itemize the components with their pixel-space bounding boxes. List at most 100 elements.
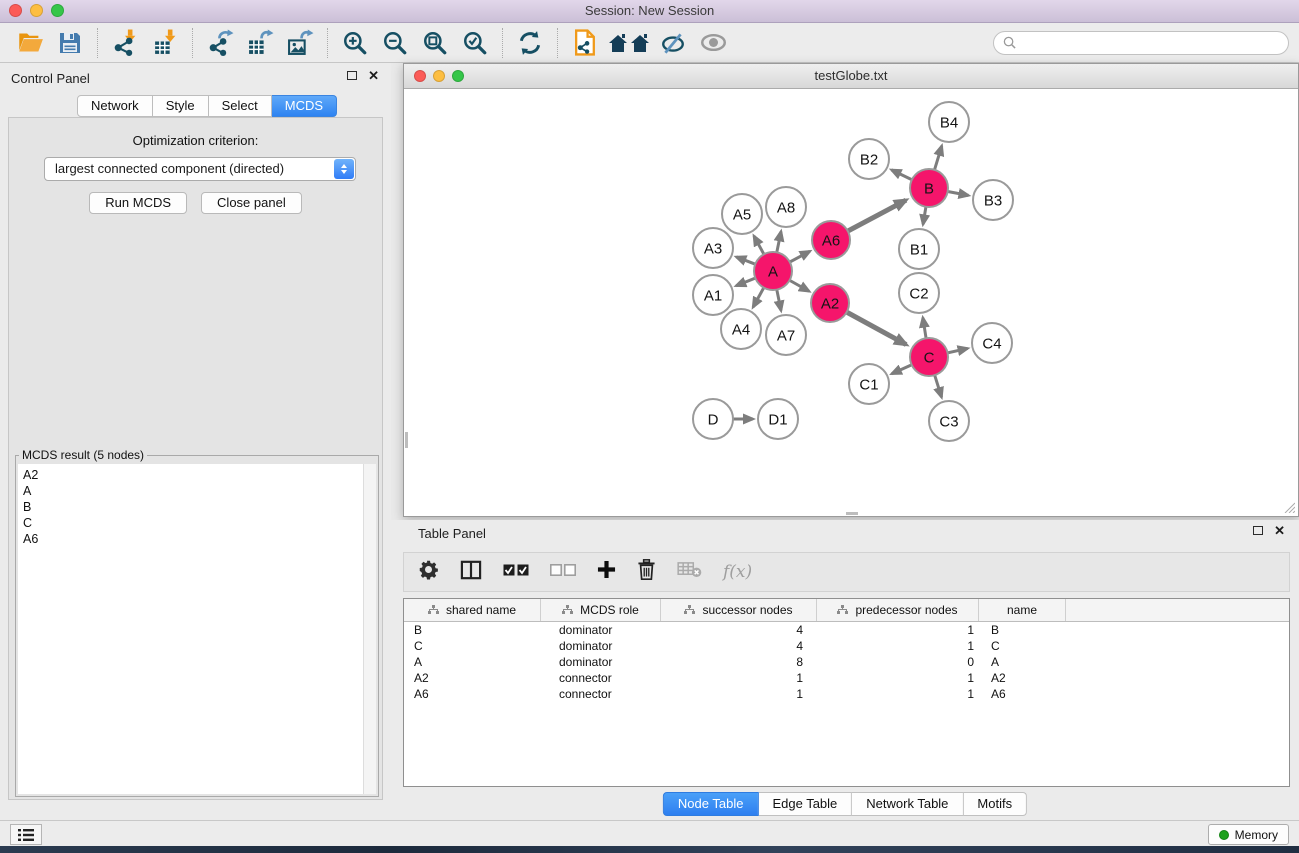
save-session-icon[interactable] xyxy=(50,26,90,60)
memory-button[interactable]: Memory xyxy=(1208,824,1289,845)
column-header-name[interactable]: name xyxy=(979,599,1066,621)
select-all-columns-icon[interactable] xyxy=(503,563,529,581)
export-table-icon[interactable] xyxy=(240,26,280,60)
delete-table-icon[interactable] xyxy=(677,561,702,583)
hide-selected-icon[interactable] xyxy=(653,26,693,60)
graph-node-D[interactable]: D xyxy=(693,399,733,439)
cell-mcds-role[interactable]: dominator xyxy=(541,639,661,653)
graph-node-A6[interactable]: A6 xyxy=(812,221,850,259)
graph-node-C1[interactable]: C1 xyxy=(849,364,889,404)
graph-node-A3[interactable]: A3 xyxy=(693,228,733,268)
cell-predecessor-nodes[interactable]: 1 xyxy=(817,687,979,701)
home-icon[interactable] xyxy=(605,26,653,60)
cell-mcds-role[interactable]: connector xyxy=(541,671,661,685)
tab-motifs[interactable]: Motifs xyxy=(963,792,1027,816)
scrollbar-track[interactable] xyxy=(363,464,376,794)
export-image-icon[interactable] xyxy=(280,26,320,60)
zoom-selected-icon[interactable] xyxy=(455,26,495,60)
graph-node-A1[interactable]: A1 xyxy=(693,275,733,315)
close-panel-button[interactable]: Close panel xyxy=(201,192,302,214)
table-settings-gear-icon[interactable] xyxy=(418,559,439,585)
tab-node-table[interactable]: Node Table xyxy=(663,792,759,816)
tab-network[interactable]: Network xyxy=(77,95,153,117)
search-input[interactable] xyxy=(1021,35,1279,51)
tab-network-table[interactable]: Network Table xyxy=(852,792,963,816)
graph-node-C[interactable]: C xyxy=(910,338,948,376)
graph-node-B3[interactable]: B3 xyxy=(973,180,1013,220)
graph-node-A7[interactable]: A7 xyxy=(766,315,806,355)
graph-node-A[interactable]: A xyxy=(754,252,792,290)
refresh-layout-icon[interactable] xyxy=(510,26,550,60)
tab-style[interactable]: Style xyxy=(153,95,209,117)
close-window-button[interactable] xyxy=(9,4,22,17)
list-item[interactable]: A2 xyxy=(18,464,376,483)
table-row[interactable]: A6 connector 1 1 A6 xyxy=(404,686,1289,702)
list-item[interactable]: A xyxy=(18,483,376,499)
column-header-predecessor-nodes[interactable]: predecessor nodes xyxy=(817,599,979,621)
new-network-from-selection-icon[interactable] xyxy=(565,26,605,60)
zoom-network-window-button[interactable] xyxy=(452,70,464,82)
close-panel-icon[interactable]: ✕ xyxy=(368,70,379,81)
show-all-eye-icon[interactable] xyxy=(693,26,733,60)
graph-node-B[interactable]: B xyxy=(910,169,948,207)
table-row[interactable]: A2 connector 1 1 A2 xyxy=(404,670,1289,686)
float-panel-icon[interactable] xyxy=(1253,526,1263,535)
graph-node-A8[interactable]: A8 xyxy=(766,187,806,227)
float-panel-icon[interactable] xyxy=(347,71,357,80)
cell-name[interactable]: A xyxy=(979,655,1066,669)
cell-name[interactable]: B xyxy=(979,623,1066,637)
cell-shared-name[interactable]: A xyxy=(404,655,541,669)
cell-successor-nodes[interactable]: 1 xyxy=(661,687,817,701)
resize-grip-icon[interactable] xyxy=(1282,500,1295,513)
cell-shared-name[interactable]: B xyxy=(404,623,541,637)
column-header-mcds-role[interactable]: MCDS role xyxy=(541,599,661,621)
import-table-icon[interactable] xyxy=(145,26,185,60)
table-row[interactable]: B dominator 4 1 B xyxy=(404,622,1289,638)
export-network-icon[interactable] xyxy=(200,26,240,60)
cell-successor-nodes[interactable]: 4 xyxy=(661,623,817,637)
cell-successor-nodes[interactable]: 8 xyxy=(661,655,817,669)
cell-name[interactable]: C xyxy=(979,639,1066,653)
graph-node-B1[interactable]: B1 xyxy=(899,229,939,269)
tab-mcds[interactable]: MCDS xyxy=(272,95,337,117)
task-history-button[interactable] xyxy=(10,824,42,845)
graph-node-B2[interactable]: B2 xyxy=(849,139,889,179)
split-panel-icon[interactable] xyxy=(460,560,482,585)
close-panel-icon[interactable]: ✕ xyxy=(1274,525,1285,536)
cell-mcds-role[interactable]: dominator xyxy=(541,655,661,669)
minimize-window-button[interactable] xyxy=(30,4,43,17)
minimize-network-window-button[interactable] xyxy=(433,70,445,82)
zoom-in-icon[interactable] xyxy=(335,26,375,60)
add-column-plus-icon[interactable] xyxy=(597,560,616,584)
cell-name[interactable]: A2 xyxy=(979,671,1066,685)
tab-select[interactable]: Select xyxy=(209,95,272,117)
cell-predecessor-nodes[interactable]: 1 xyxy=(817,671,979,685)
column-header-successor-nodes[interactable]: successor nodes xyxy=(661,599,817,621)
close-network-window-button[interactable] xyxy=(414,70,426,82)
cell-predecessor-nodes[interactable]: 0 xyxy=(817,655,979,669)
list-item[interactable]: C xyxy=(18,515,376,531)
list-item[interactable]: B xyxy=(18,499,376,515)
cell-predecessor-nodes[interactable]: 1 xyxy=(817,623,979,637)
search-field[interactable] xyxy=(993,31,1289,55)
cell-shared-name[interactable]: C xyxy=(404,639,541,653)
network-window-titlebar[interactable]: testGlobe.txt xyxy=(404,64,1298,89)
zoom-out-icon[interactable] xyxy=(375,26,415,60)
column-header-shared-name[interactable]: shared name xyxy=(404,599,541,621)
zoom-window-button[interactable] xyxy=(51,4,64,17)
table-row[interactable]: C dominator 4 1 C xyxy=(404,638,1289,654)
tab-edge-table[interactable]: Edge Table xyxy=(758,792,852,816)
cell-shared-name[interactable]: A2 xyxy=(404,671,541,685)
h-scrollbar-thumb[interactable] xyxy=(846,512,858,515)
criterion-dropdown[interactable]: largest connected component (directed) xyxy=(44,157,356,181)
open-file-icon[interactable] xyxy=(10,26,50,60)
graph-node-C4[interactable]: C4 xyxy=(972,323,1012,363)
graph-node-C3[interactable]: C3 xyxy=(929,401,969,441)
unselect-all-columns-icon[interactable] xyxy=(550,563,576,581)
cell-mcds-role[interactable]: connector xyxy=(541,687,661,701)
cell-successor-nodes[interactable]: 1 xyxy=(661,671,817,685)
import-network-icon[interactable] xyxy=(105,26,145,60)
network-canvas[interactable]: B4B2BB3A8A5A6A3B1AC2A1A2A4A7C4CC1DD1C3 xyxy=(405,89,1297,515)
graph-node-A4[interactable]: A4 xyxy=(721,309,761,349)
cell-predecessor-nodes[interactable]: 1 xyxy=(817,639,979,653)
